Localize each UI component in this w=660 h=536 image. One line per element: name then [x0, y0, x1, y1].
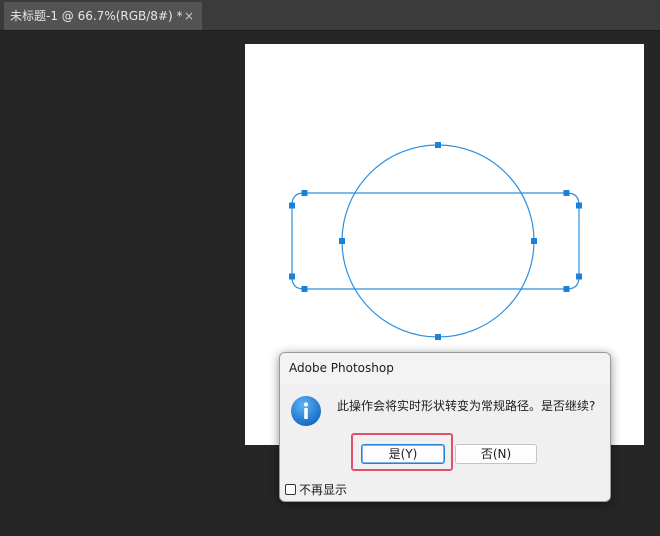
anchor-point[interactable] — [435, 334, 441, 340]
dont-show-again-option[interactable]: 不再显示 — [285, 481, 347, 497]
anchor-point[interactable] — [435, 142, 441, 148]
dialog-titlebar[interactable]: Adobe Photoshop — [280, 353, 610, 385]
dialog-message: 此操作会将实时形状转变为常规路径。是否继续? — [337, 399, 596, 413]
anchor-point[interactable] — [301, 190, 308, 196]
anchor-point[interactable] — [576, 202, 582, 209]
dialog-title: Adobe Photoshop — [289, 361, 394, 375]
dialog-body: 此操作会将实时形状转变为常规路径。是否继续? 是(Y) 否(N) 不再显示 — [280, 385, 610, 501]
anchor-point[interactable] — [289, 273, 295, 280]
anchor-point[interactable] — [563, 190, 570, 196]
anchor-point[interactable] — [531, 238, 537, 244]
circle-path[interactable] — [341, 144, 535, 338]
anchor-point[interactable] — [339, 238, 345, 244]
no-button[interactable]: 否(N) — [455, 444, 537, 464]
dont-show-again-label: 不再显示 — [299, 482, 348, 497]
convert-path-dialog: Adobe Photoshop 此操作会将实时形状转变为常规路径。是否继续? 是… — [279, 352, 611, 502]
anchor-point[interactable] — [301, 286, 308, 292]
anchor-point[interactable] — [289, 202, 295, 209]
dont-show-again-checkbox[interactable] — [285, 483, 296, 495]
yes-button[interactable]: 是(Y) — [361, 444, 445, 464]
anchor-point[interactable] — [576, 273, 582, 280]
photoshop-window: 未标题-1 @ 66.7%(RGB/8#) * × Adobe Photosho… — [0, 0, 660, 536]
anchor-point[interactable] — [563, 286, 570, 292]
info-icon — [291, 396, 321, 426]
